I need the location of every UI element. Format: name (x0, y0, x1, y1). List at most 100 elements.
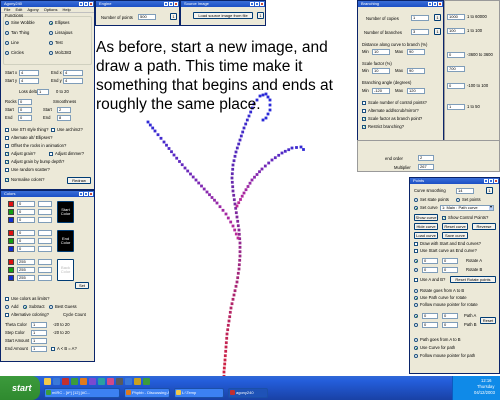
path-control-point[interactable] (238, 245, 242, 249)
rotate-b-input[interactable]: 0 (422, 267, 438, 273)
branch-control-point[interactable] (236, 236, 240, 240)
close-icon[interactable] (89, 192, 93, 196)
path-control-point[interactable] (245, 118, 249, 122)
colors-window-titlebar[interactable]: Colors (1, 191, 94, 197)
path-control-point[interactable] (232, 293, 236, 297)
color-channel-slider[interactable] (38, 238, 52, 244)
setting-value-input[interactable]: 0 (447, 83, 465, 89)
path-control-point[interactable] (235, 280, 239, 284)
branch-control-point[interactable] (159, 136, 163, 140)
minimize-icon[interactable] (428, 2, 432, 6)
path-control-point[interactable] (237, 267, 241, 271)
menu-file[interactable]: File (4, 7, 10, 12)
path-control-point[interactable] (235, 146, 239, 150)
path-control-point[interactable] (237, 228, 241, 232)
menu-help[interactable]: Help (63, 7, 71, 12)
quick-launch-icon[interactable] (80, 378, 87, 385)
rotate-a-radio[interactable] (414, 259, 418, 263)
quick-launch-icon[interactable] (89, 378, 96, 385)
setting-value-input[interactable]: 1 (447, 104, 465, 110)
path-control-point[interactable] (222, 370, 226, 374)
color-channel-input[interactable]: 0 (17, 246, 35, 252)
branch-control-point[interactable] (270, 158, 274, 162)
branch-control-point[interactable] (277, 153, 281, 157)
branch-control-point[interactable] (167, 147, 171, 150)
path-control-point[interactable] (247, 114, 251, 118)
branch-control-point[interactable] (280, 151, 284, 155)
path-control-point[interactable] (236, 276, 240, 280)
show-curve-button[interactable]: Show curve (414, 214, 438, 221)
branch-control-point[interactable] (260, 167, 264, 171)
color-channel-input[interactable]: 0 (17, 238, 35, 244)
close-icon[interactable] (438, 2, 442, 6)
path-control-point[interactable] (231, 297, 235, 301)
path-control-point[interactable] (223, 354, 227, 358)
path-control-point[interactable] (232, 198, 236, 202)
quick-launch-icon[interactable] (125, 378, 132, 385)
path-control-point[interactable] (238, 254, 242, 258)
color-channel-slider[interactable] (38, 275, 52, 281)
path-control-point[interactable] (239, 134, 243, 138)
branch-control-point[interactable] (194, 178, 198, 182)
close-icon[interactable] (494, 179, 498, 183)
taskbar-item[interactable]: Phpbb - Discussing Art... (124, 388, 170, 398)
path-control-point[interactable] (226, 328, 230, 332)
distance-max-input[interactable]: 90 (407, 49, 425, 55)
end-order-input[interactable]: 2 (418, 155, 434, 161)
path-control-point[interactable] (236, 271, 240, 275)
path-a-input-2[interactable]: 0 (442, 313, 458, 319)
rotate-b-input-2[interactable]: 0 (442, 267, 458, 273)
branch-control-point[interactable] (153, 129, 157, 133)
path-control-point[interactable] (222, 366, 226, 370)
color-channel-slider[interactable] (38, 201, 52, 207)
scale-max-input[interactable]: 90 (407, 68, 425, 74)
option-checkbox[interactable]: ✓ (5, 160, 9, 164)
path-control-point[interactable] (233, 154, 237, 158)
color-channel-slider[interactable] (38, 246, 52, 252)
option-checkbox[interactable] (49, 152, 53, 156)
reset-path-button[interactable]: Reset (480, 317, 496, 324)
quick-launch-icon[interactable] (71, 378, 78, 385)
minimize-icon[interactable] (79, 192, 83, 196)
a-b-checkbox[interactable] (51, 347, 55, 351)
path-control-point[interactable] (224, 341, 228, 345)
function-radio[interactable] (5, 21, 9, 25)
branch-control-point[interactable] (239, 198, 242, 201)
taskbar-item[interactable]: agony240 (228, 388, 268, 398)
branch-control-point[interactable] (263, 164, 267, 168)
option-checkbox[interactable]: ✓ (5, 178, 9, 182)
function-radio[interactable] (49, 21, 53, 25)
follow-mouse-rotate-radio[interactable] (414, 303, 418, 307)
branch-control-point[interactable] (146, 120, 150, 124)
path-control-point[interactable] (264, 116, 268, 120)
branch-control-point[interactable] (299, 145, 303, 149)
branch-control-point[interactable] (250, 178, 254, 182)
path-control-point[interactable] (231, 163, 235, 167)
branch-control-point[interactable] (183, 166, 187, 170)
maximize-icon[interactable] (255, 2, 259, 6)
path-b-radio[interactable] (414, 323, 418, 327)
distance-min-input[interactable]: 10 (372, 49, 390, 55)
branch-control-point[interactable] (258, 170, 261, 174)
subtract-radio[interactable] (23, 305, 27, 309)
end-amount-input[interactable]: 1 (31, 346, 47, 352)
branch-control-point[interactable] (244, 188, 248, 192)
branch-control-point[interactable] (175, 156, 179, 160)
quick-launch-icon[interactable] (62, 378, 69, 385)
branch-control-point[interactable] (172, 153, 176, 157)
color-channel-slider[interactable] (38, 230, 52, 236)
path-control-point[interactable] (238, 241, 242, 245)
path-control-point[interactable] (228, 315, 232, 319)
path-control-point[interactable] (224, 345, 228, 349)
path-control-point[interactable] (231, 185, 235, 189)
branch-control-point[interactable] (290, 146, 294, 150)
branch-control-point[interactable] (215, 201, 219, 205)
quick-launch-icon[interactable] (143, 378, 150, 385)
path-control-point[interactable] (230, 180, 234, 184)
path-control-point[interactable] (225, 332, 229, 336)
use-colors-checkbox[interactable] (5, 297, 9, 301)
close-icon[interactable] (260, 2, 264, 6)
use-start-curve-checkbox[interactable] (414, 249, 418, 253)
branch-control-point[interactable] (242, 191, 246, 195)
rotate-a-input-2[interactable]: 0 (442, 258, 458, 264)
